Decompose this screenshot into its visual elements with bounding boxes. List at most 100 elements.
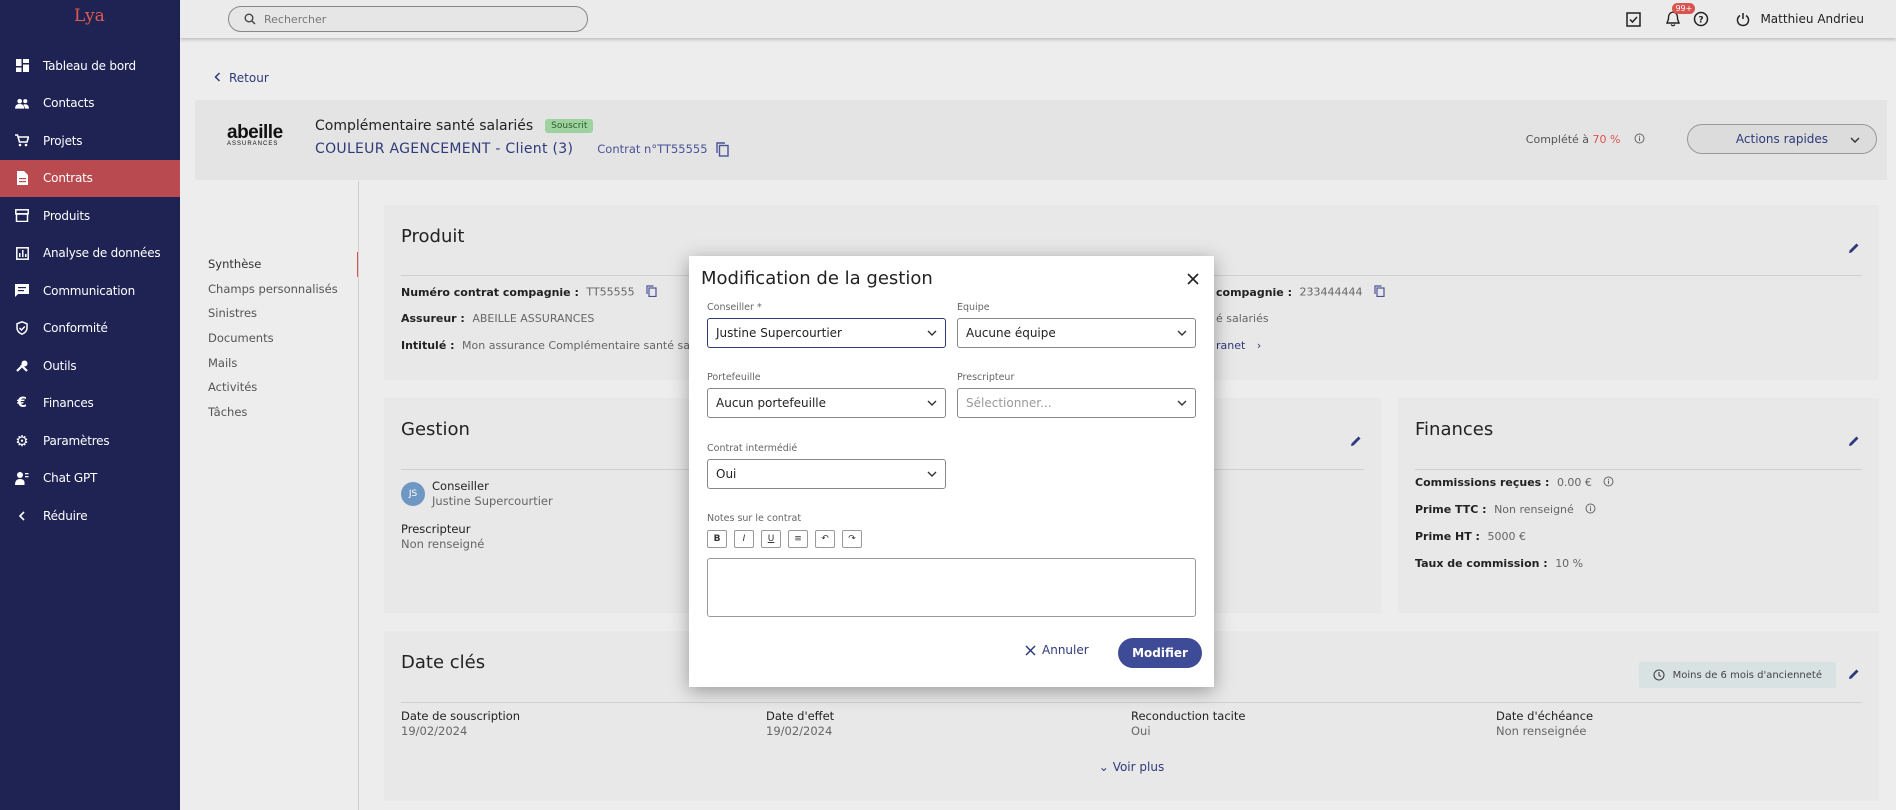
sidebar-item-parametres[interactable]: ⚙ Paramètres <box>0 422 180 460</box>
help-icon[interactable]: ? <box>1690 8 1712 30</box>
underline-button[interactable]: U <box>761 530 781 548</box>
clock-icon <box>1653 669 1665 681</box>
commissions-row: Commissions reçues : 0.00 € <box>1415 476 1614 490</box>
conseiller-select-value: Justine Supercourtier <box>716 326 842 340</box>
sidebar-item-communication[interactable]: Communication <box>0 272 180 310</box>
info-icon[interactable] <box>1585 503 1596 517</box>
portefeuille-select[interactable]: Aucun portefeuille <box>707 388 946 418</box>
prescripteur-value: Non renseigné <box>401 537 485 551</box>
completion-percent: 70 % <box>1592 133 1621 146</box>
date-echeance-value: Non renseignée <box>1496 724 1587 738</box>
italic-button[interactable]: I <box>734 530 754 548</box>
chevron-down-icon: ⌄ <box>1098 760 1109 774</box>
sidebar-item-produits[interactable]: Produits <box>0 197 180 235</box>
bold-button[interactable]: B <box>707 530 727 548</box>
power-icon[interactable] <box>1732 8 1754 30</box>
equipe-select[interactable]: Aucune équipe <box>957 318 1196 348</box>
produit-right-value: é salariés <box>1216 312 1269 325</box>
robot-icon <box>15 471 29 486</box>
chevron-down-icon <box>927 400 937 406</box>
sidebar-item-label: Réduire <box>43 508 88 523</box>
date-souscription-label: Date de souscription <box>401 709 521 723</box>
sidebar-item-analyse-de-donnees[interactable]: Analyse de données <box>0 235 180 273</box>
sidebar-item-label: Analyse de données <box>43 246 161 261</box>
voir-plus-label: Voir plus <box>1112 760 1165 774</box>
user-name[interactable]: Matthieu Andrieu <box>1760 12 1864 26</box>
cancel-label: Annuler <box>1042 643 1089 657</box>
copy-icon[interactable] <box>715 141 729 157</box>
cart-icon <box>15 134 29 148</box>
contacts-icon <box>15 96 29 110</box>
prescripteur-select[interactable]: Sélectionner... <box>957 388 1196 418</box>
tab-activites[interactable]: Activités <box>195 375 359 400</box>
client-name-link[interactable]: COULEUR AGENCEMENT - Client (3) <box>315 141 573 157</box>
sidebar-item-chat-gpt[interactable]: Chat GPT <box>0 460 180 498</box>
search-input[interactable]: Rechercher <box>228 6 588 32</box>
app-logo[interactable]: Lya <box>74 6 105 26</box>
portefeuille-field-label: Portefeuille <box>707 372 761 383</box>
completion-prefix: Complété à <box>1525 133 1590 146</box>
sidebar-item-label: Conformité <box>43 321 108 336</box>
chevron-down-icon <box>927 471 937 477</box>
topbar-actions: 99+ ? Matthieu Andrieu <box>1616 3 1864 30</box>
voir-plus-link[interactable]: ⌄ Voir plus <box>384 760 1879 774</box>
finance-value: 10 % <box>1555 557 1584 570</box>
sidebar-item-label: Outils <box>43 358 77 373</box>
cancel-button[interactable]: Annuler <box>1025 643 1089 657</box>
divider <box>1415 469 1862 470</box>
reconduction-label: Reconduction tacite <box>1131 709 1246 723</box>
sidebar-item-label: Finances <box>43 396 94 411</box>
compagnie-label: compagnie : <box>1216 285 1293 299</box>
bell-icon[interactable]: 99+ <box>1662 3 1696 30</box>
chevron-down-icon <box>927 330 937 336</box>
close-icon[interactable] <box>1184 270 1202 288</box>
card-title: Produit <box>401 226 465 247</box>
contract-header: abeille ASSURANCES Complémentaire santé … <box>195 100 1887 180</box>
list-button[interactable]: ≡ <box>788 530 808 548</box>
sidebar-item-contacts[interactable]: Contacts <box>0 85 180 123</box>
sidebar-item-conformite[interactable]: Conformité <box>0 310 180 348</box>
intermedie-select[interactable]: Oui <box>707 459 946 489</box>
sidebar-item-label: Produits <box>43 208 90 223</box>
tasks-icon[interactable] <box>1622 8 1644 30</box>
edit-icon[interactable] <box>1349 434 1363 448</box>
sidebar-item-finances[interactable]: € Finances <box>0 385 180 423</box>
message-icon <box>15 284 29 298</box>
info-icon[interactable] <box>1603 476 1614 490</box>
tab-sinistres[interactable]: Sinistres <box>195 301 359 326</box>
tab-champs-personnalises[interactable]: Champs personnalisés <box>195 277 359 302</box>
sidebar-item-reduire[interactable]: Réduire <box>0 497 180 535</box>
info-icon[interactable] <box>1634 133 1645 147</box>
redo-button[interactable]: ↷ <box>842 530 862 548</box>
compagnie-value: 233444444 <box>1299 285 1363 299</box>
tab-taches[interactable]: Tâches <box>195 400 359 425</box>
sidebar-item-projets[interactable]: Projets <box>0 122 180 160</box>
tab-mails[interactable]: Mails <box>195 350 359 375</box>
copy-icon[interactable] <box>1374 285 1385 300</box>
avatar: JS <box>401 482 425 506</box>
sidebar-item-outils[interactable]: Outils <box>0 347 180 385</box>
contract-title-text: Complémentaire santé salariés <box>315 118 534 134</box>
card-title: Date clés <box>401 652 486 673</box>
company-logo-text: abeille <box>227 122 283 143</box>
copy-icon[interactable] <box>646 285 657 300</box>
undo-button[interactable]: ↶ <box>815 530 835 548</box>
quick-actions-label: Actions rapides <box>1735 132 1829 146</box>
back-link[interactable]: Retour <box>214 71 269 85</box>
extranet-link[interactable]: ranet › <box>1216 339 1261 352</box>
tab-documents[interactable]: Documents <box>195 326 359 351</box>
modifier-button[interactable]: Modifier <box>1118 638 1202 668</box>
quick-actions-button[interactable]: Actions rapides <box>1687 124 1877 154</box>
date-souscription-value: 19/02/2024 <box>401 724 468 738</box>
edit-icon[interactable] <box>1847 434 1861 448</box>
tab-synthese[interactable]: Synthèse <box>195 252 359 277</box>
sidebar-item-tableau-de-bord[interactable]: Tableau de bord <box>0 47 180 85</box>
sidebar-item-contrats[interactable]: Contrats <box>0 159 180 197</box>
conseiller-select[interactable]: Justine Supercourtier <box>707 318 946 348</box>
contract-number: Contrat n°TT55555 <box>597 142 708 156</box>
notes-textarea[interactable] <box>707 558 1196 617</box>
edit-icon[interactable] <box>1847 667 1861 681</box>
extranet-label: ranet <box>1216 339 1246 352</box>
date-effet-label: Date d'effet <box>766 709 835 723</box>
edit-icon[interactable] <box>1847 241 1861 255</box>
